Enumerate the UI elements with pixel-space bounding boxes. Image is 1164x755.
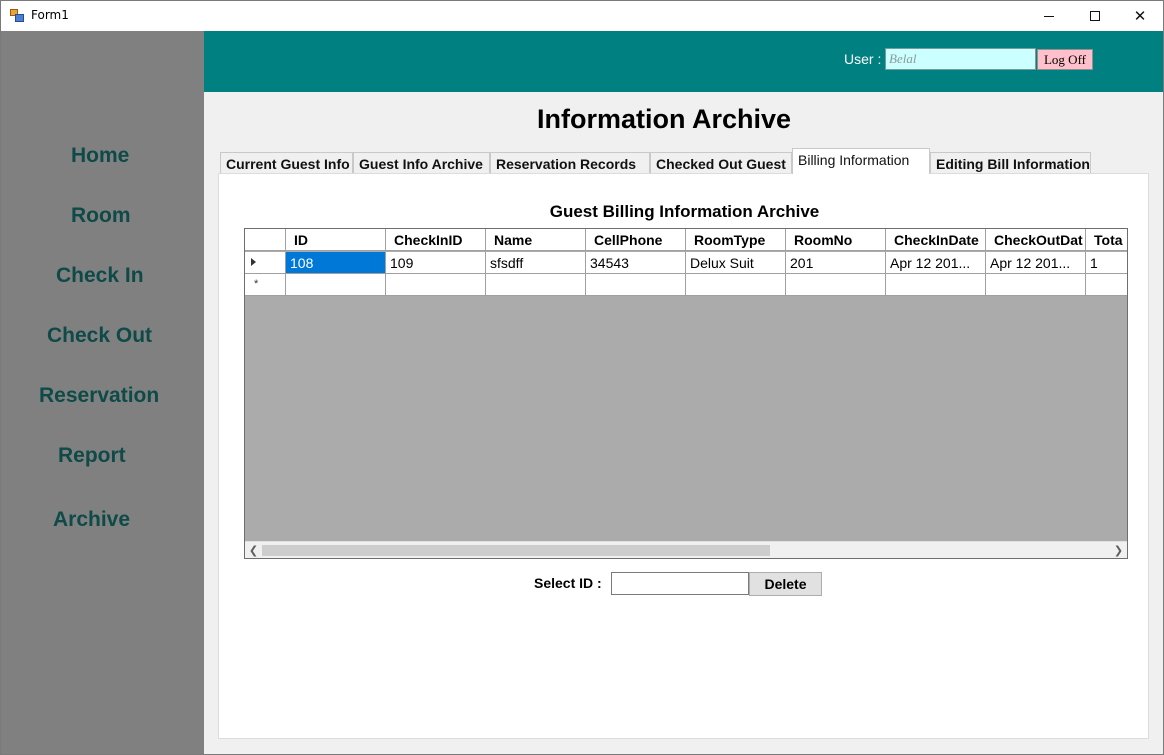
table-cell[interactable] xyxy=(386,274,486,296)
table-cell[interactable]: 109 xyxy=(386,252,486,274)
sidebar-item-report[interactable]: Report xyxy=(58,444,126,468)
sidebar-item-reservation[interactable]: Reservation xyxy=(39,384,159,408)
table-row[interactable]: 108 109 sfsdff 34543 Delux Suit 201 Apr … xyxy=(245,252,1127,274)
tab-billing-information[interactable]: Billing Information xyxy=(792,148,930,174)
page-title: Information Archive xyxy=(536,104,792,134)
minimize-button[interactable] xyxy=(1026,1,1072,31)
column-header[interactable]: CheckOutDat xyxy=(986,229,1086,251)
app-window: Form1 ✕ Home Room Check In Check Out Res… xyxy=(0,0,1164,755)
table-cell[interactable]: 201 xyxy=(786,252,886,274)
tab-editing-bill-information[interactable]: Editing Bill Information xyxy=(930,152,1091,174)
column-header[interactable]: Name xyxy=(486,229,586,251)
table-cell[interactable] xyxy=(286,274,386,296)
billing-information-panel: Guest Billing Information Archive ID Che… xyxy=(218,173,1149,739)
header-bar: User : Belal Log Off xyxy=(204,31,1163,92)
form-app-icon xyxy=(10,9,24,23)
maximize-icon xyxy=(1090,11,1100,21)
scroll-right-icon[interactable]: ❯ xyxy=(1110,542,1127,558)
table-cell[interactable] xyxy=(686,274,786,296)
tab-current-guest-info[interactable]: Current Guest Info xyxy=(220,152,353,174)
grid-header-row: ID CheckInID Name CellPhone RoomType Roo… xyxy=(245,229,1127,251)
table-cell[interactable]: Apr 12 201... xyxy=(986,252,1086,274)
section-title: Guest Billing Information Archive xyxy=(549,202,820,221)
table-cell[interactable] xyxy=(986,274,1086,296)
row-selector[interactable] xyxy=(245,252,286,274)
select-id-label: Select ID : xyxy=(534,575,602,591)
user-field[interactable]: Belal xyxy=(885,48,1036,70)
sidebar: Home Room Check In Check Out Reservation… xyxy=(1,31,204,754)
table-cell[interactable]: Apr 12 201... xyxy=(886,252,986,274)
sidebar-item-check-in[interactable]: Check In xyxy=(56,264,144,288)
table-cell[interactable] xyxy=(786,274,886,296)
table-cell[interactable]: 34543 xyxy=(586,252,686,274)
current-row-arrow-icon xyxy=(251,258,256,266)
tab-checked-out-guest[interactable]: Checked Out Guest xyxy=(650,152,792,174)
column-header[interactable]: CellPhone xyxy=(586,229,686,251)
column-header[interactable]: CheckInID xyxy=(386,229,486,251)
delete-button[interactable]: Delete xyxy=(749,572,822,596)
sidebar-item-home[interactable]: Home xyxy=(71,144,129,168)
tab-reservation-records[interactable]: Reservation Records xyxy=(490,152,650,174)
sidebar-item-room[interactable]: Room xyxy=(71,204,131,228)
horizontal-scrollbar[interactable]: ❮ ❯ xyxy=(245,541,1127,558)
table-cell[interactable] xyxy=(486,274,586,296)
close-button[interactable]: ✕ xyxy=(1117,1,1163,31)
table-cell[interactable]: Delux Suit xyxy=(686,252,786,274)
select-id-input[interactable] xyxy=(611,572,749,595)
column-header[interactable]: Tota xyxy=(1086,229,1127,251)
sidebar-item-check-out[interactable]: Check Out xyxy=(47,324,152,348)
column-header[interactable]: RoomType xyxy=(686,229,786,251)
minimize-icon xyxy=(1044,15,1054,17)
tab-guest-info-archive[interactable]: Guest Info Archive xyxy=(353,152,490,174)
table-cell[interactable]: 1 xyxy=(1086,252,1127,274)
scrollbar-thumb[interactable] xyxy=(262,545,770,556)
table-cell[interactable]: 108 xyxy=(286,252,386,274)
log-off-button[interactable]: Log Off xyxy=(1037,49,1093,70)
row-selector[interactable]: * xyxy=(245,274,286,296)
new-row[interactable]: * xyxy=(245,274,1127,296)
new-row-star-icon: * xyxy=(254,278,259,290)
column-header[interactable]: ID xyxy=(286,229,386,251)
table-cell[interactable] xyxy=(886,274,986,296)
sidebar-item-archive[interactable]: Archive xyxy=(53,508,130,532)
close-icon: ✕ xyxy=(1133,7,1147,25)
user-label: User : xyxy=(844,51,882,67)
title-bar: Form1 ✕ xyxy=(1,1,1163,31)
table-cell[interactable]: sfsdff xyxy=(486,252,586,274)
maximize-button[interactable] xyxy=(1072,1,1118,31)
table-cell[interactable] xyxy=(1086,274,1127,296)
row-header-corner xyxy=(245,229,286,251)
column-header[interactable]: RoomNo xyxy=(786,229,886,251)
table-cell[interactable] xyxy=(586,274,686,296)
scroll-left-icon[interactable]: ❮ xyxy=(245,542,262,558)
column-header[interactable]: CheckInDate xyxy=(886,229,986,251)
billing-data-grid[interactable]: ID CheckInID Name CellPhone RoomType Roo… xyxy=(244,228,1128,559)
window-title: Form1 xyxy=(31,8,69,22)
